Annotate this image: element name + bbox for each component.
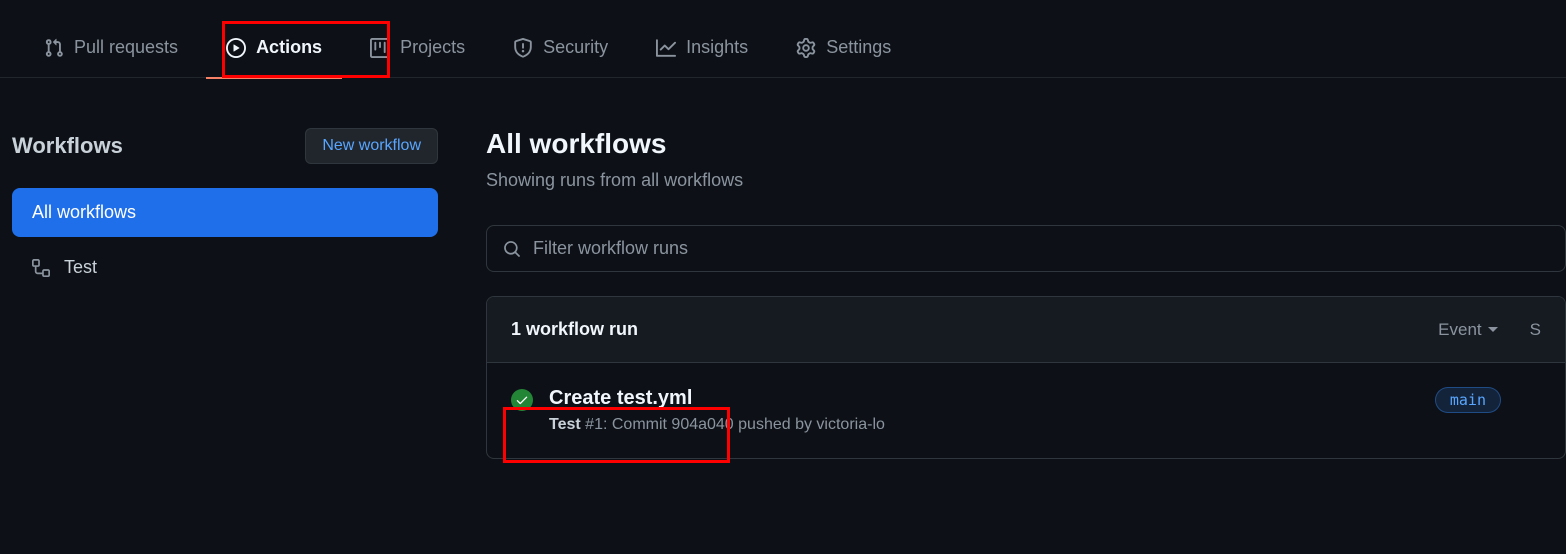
graph-icon <box>656 38 676 58</box>
play-circle-icon <box>226 38 246 58</box>
sidebar-item-all-workflows[interactable]: All workflows <box>12 188 438 237</box>
tab-label: Actions <box>256 37 322 58</box>
workflow-runs-count: 1 workflow run <box>511 319 638 340</box>
tab-label: Security <box>543 37 608 58</box>
sidebar-title: Workflows <box>12 133 123 159</box>
tab-label: Settings <box>826 37 891 58</box>
project-icon <box>370 38 390 58</box>
tab-label: Insights <box>686 37 748 58</box>
filter-label: S <box>1530 320 1541 340</box>
tab-actions[interactable]: Actions <box>206 18 342 78</box>
page-subtitle: Showing runs from all workflows <box>486 170 1566 191</box>
workflows-sidebar: Workflows New workflow All workflows Tes… <box>0 128 450 459</box>
filter-event-dropdown[interactable]: Event <box>1438 320 1497 340</box>
sidebar-header: Workflows New workflow <box>12 128 438 188</box>
gear-icon <box>796 38 816 58</box>
run-meta-rest: : Commit 904a040 pushed by victoria-lo <box>603 416 885 433</box>
run-number: #1 <box>585 416 603 433</box>
filter-status-dropdown[interactable]: S <box>1530 320 1541 340</box>
workflow-runs-header: 1 workflow run Event S <box>487 297 1565 363</box>
new-workflow-button[interactable]: New workflow <box>305 128 438 164</box>
sidebar-item-label: Test <box>64 257 97 278</box>
workflow-icon <box>32 259 50 277</box>
tab-label: Pull requests <box>74 37 178 58</box>
main-content: All workflows Showing runs from all work… <box>450 128 1566 459</box>
branch-label[interactable]: main <box>1435 387 1501 413</box>
run-summary: Create test.yml Test #1: Commit 904a040 … <box>549 387 1419 434</box>
workflow-runs-filters: Event S <box>1438 320 1541 340</box>
sidebar-item-test[interactable]: Test <box>12 243 438 292</box>
search-icon <box>503 240 521 258</box>
run-title: Create test.yml <box>549 387 1419 410</box>
shield-icon <box>513 38 533 58</box>
page-body: Workflows New workflow All workflows Tes… <box>0 78 1566 459</box>
workflow-runs-box: 1 workflow run Event S Create test.yml <box>486 296 1566 459</box>
filter-input-wrap[interactable] <box>486 225 1566 272</box>
run-workflow-name: Test <box>549 416 581 433</box>
tab-projects[interactable]: Projects <box>350 18 485 78</box>
page-title: All workflows <box>486 128 1566 160</box>
tab-label: Projects <box>400 37 465 58</box>
sidebar-item-label: All workflows <box>32 202 136 223</box>
filter-workflow-runs-input[interactable] <box>533 238 1549 259</box>
tab-pull-requests[interactable]: Pull requests <box>24 18 198 78</box>
tab-insights[interactable]: Insights <box>636 18 768 78</box>
workflow-run-row[interactable]: Create test.yml Test #1: Commit 904a040 … <box>487 363 1565 458</box>
tab-security[interactable]: Security <box>493 18 628 78</box>
caret-down-icon <box>1488 327 1498 332</box>
repo-nav: Pull requests Actions Projects Security … <box>0 0 1566 78</box>
tab-settings[interactable]: Settings <box>776 18 911 78</box>
status-success-icon <box>511 389 533 411</box>
run-meta: Test #1: Commit 904a040 pushed by victor… <box>549 416 1419 434</box>
filter-label: Event <box>1438 320 1481 340</box>
git-pull-request-icon <box>44 38 64 58</box>
